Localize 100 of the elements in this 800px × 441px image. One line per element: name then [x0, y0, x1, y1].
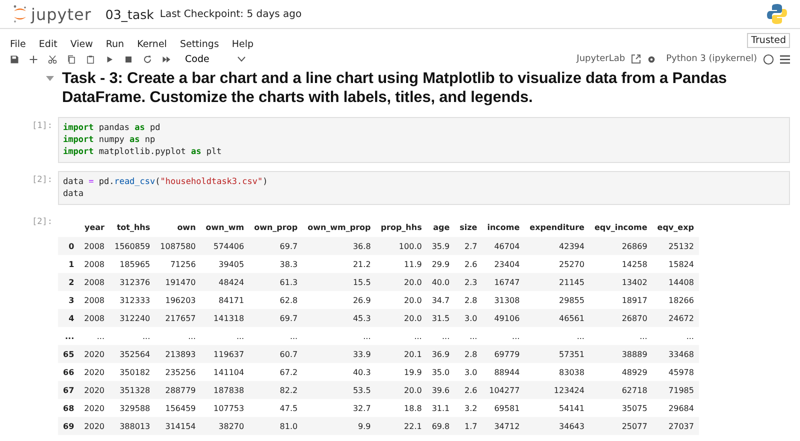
column-header: prop_hhs — [376, 217, 427, 237]
table-cell: 2008 — [79, 291, 110, 309]
column-header: eqv_exp — [652, 217, 699, 237]
row-index: 69 — [58, 417, 80, 435]
table-cell: 69779 — [482, 345, 525, 363]
menu-icon[interactable] — [780, 54, 790, 64]
table-cell: ... — [249, 327, 303, 345]
table-cell: 11.9 — [376, 255, 427, 273]
table-cell: 350182 — [110, 363, 156, 381]
menu-item[interactable]: File — [10, 38, 26, 50]
code-editor[interactable]: data = pd.read_csv("householdtask3.csv") data — [58, 171, 790, 205]
restart-icon[interactable] — [143, 54, 152, 64]
jupyter-logo-text[interactable]: jupyter — [31, 4, 92, 24]
table-cell: 107753 — [200, 399, 250, 417]
table-cell: 2020 — [79, 345, 110, 363]
trusted-indicator[interactable]: Trusted — [747, 32, 790, 48]
column-header: expenditure — [524, 217, 590, 237]
menu-item[interactable]: Run — [106, 38, 124, 50]
copy-icon[interactable] — [67, 54, 76, 64]
cut-icon[interactable] — [48, 54, 57, 64]
table-cell: 19.9 — [376, 363, 427, 381]
table-cell: 38889 — [589, 345, 652, 363]
collapse-caret-icon[interactable] — [46, 76, 54, 81]
kernel-name[interactable]: Python 3 (ipykernel) — [666, 54, 757, 64]
cell-type-dropdown[interactable]: Code — [181, 54, 250, 64]
table-cell: 36.8 — [302, 237, 376, 255]
table-cell: 67.2 — [249, 363, 303, 381]
table-cell: 42394 — [524, 237, 590, 255]
table-cell: 29855 — [524, 291, 590, 309]
table-cell: 46704 — [482, 237, 525, 255]
table-cell: 71256 — [155, 255, 201, 273]
table-cell: 31.5 — [426, 309, 455, 327]
table-cell: 29.9 — [426, 255, 455, 273]
add-icon[interactable] — [29, 54, 38, 64]
table-cell: 2020 — [79, 381, 110, 399]
menu-item[interactable]: View — [70, 38, 93, 50]
table-cell: 54141 — [524, 399, 590, 417]
table-cell: 14408 — [652, 273, 699, 291]
column-header: eqv_income — [589, 217, 652, 237]
table-cell: 329588 — [110, 399, 156, 417]
table-cell: 20.0 — [376, 273, 427, 291]
table-cell: 2.7 — [454, 237, 482, 255]
table-cell: 61.3 — [249, 273, 303, 291]
row-index: 1 — [58, 255, 80, 273]
table-cell: 40.3 — [302, 363, 376, 381]
menu-item[interactable]: Kernel — [137, 38, 167, 50]
table-cell: 45.3 — [302, 309, 376, 327]
table-cell: 62718 — [589, 381, 652, 399]
settings-icon[interactable] — [647, 54, 656, 64]
table-cell: 15824 — [652, 255, 699, 273]
table-cell: ... — [110, 327, 156, 345]
table-cell: 21.2 — [302, 255, 376, 273]
table-cell: 100.0 — [376, 237, 427, 255]
row-index: 3 — [58, 291, 80, 309]
kernel-status-icon — [763, 54, 774, 64]
table-cell: 2.3 — [454, 273, 482, 291]
table-cell: 312376 — [110, 273, 156, 291]
save-icon[interactable] — [10, 54, 19, 64]
row-index: 2 — [58, 273, 80, 291]
table-cell: 14258 — [589, 255, 652, 273]
run-icon[interactable] — [105, 54, 114, 64]
table-cell: 69581 — [482, 399, 525, 417]
jupyter-logo-icon — [12, 4, 28, 24]
table-cell: 123424 — [524, 381, 590, 399]
table-cell: 38.3 — [249, 255, 303, 273]
fast-forward-icon[interactable] — [162, 54, 171, 64]
paste-icon[interactable] — [86, 54, 95, 64]
table-cell: ... — [200, 327, 250, 345]
table-cell: 27037 — [652, 417, 699, 435]
menu-item[interactable]: Settings — [180, 38, 219, 50]
table-cell: 81.0 — [249, 417, 303, 435]
column-header: own_prop — [249, 217, 303, 237]
table-cell: 24672 — [652, 309, 699, 327]
table-cell: 314154 — [155, 417, 201, 435]
table-cell: 38270 — [200, 417, 250, 435]
table-cell: 3.0 — [454, 363, 482, 381]
row-index: 67 — [58, 381, 80, 399]
notebook-name[interactable]: 03_task — [105, 6, 154, 22]
table-cell: 187838 — [200, 381, 250, 399]
jupyterlab-link[interactable]: JupyterLab — [576, 54, 626, 64]
code-editor[interactable]: import pandas as pd import numpy as np import matplotlib.pyplot as plt — [58, 117, 790, 163]
table-cell: 3.2 — [454, 399, 482, 417]
table-cell: 31308 — [482, 291, 525, 309]
stop-icon[interactable] — [124, 54, 133, 64]
output-prompt: [2]: — [32, 217, 52, 227]
table-cell: ... — [652, 327, 699, 345]
column-header: tot_hhs — [110, 217, 156, 237]
row-index: 65 — [58, 345, 80, 363]
table-cell: 2.8 — [454, 291, 482, 309]
table-cell: 29684 — [652, 399, 699, 417]
menu-item[interactable]: Edit — [38, 38, 58, 50]
input-prompt: [2]: — [32, 175, 52, 185]
menu-item[interactable]: Help — [232, 38, 254, 50]
table-cell: 388013 — [110, 417, 156, 435]
table-cell: 217657 — [155, 309, 201, 327]
table-cell: 62.8 — [249, 291, 303, 309]
table-cell: 35.9 — [426, 237, 455, 255]
table-cell: 312240 — [110, 309, 156, 327]
external-link-icon[interactable] — [631, 54, 642, 64]
table-cell: 25132 — [652, 237, 699, 255]
